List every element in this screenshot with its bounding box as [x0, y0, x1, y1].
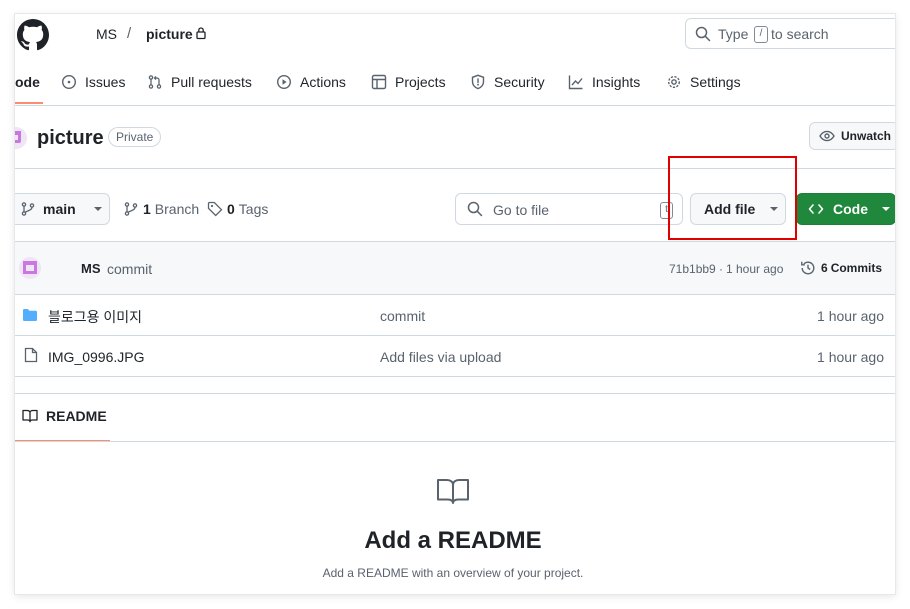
repo-avatar: [15, 127, 27, 149]
tab-insights[interactable]: Insights: [568, 70, 640, 94]
repo-link[interactable]: picture: [146, 26, 193, 42]
file-commit-message[interactable]: Add files via upload: [380, 349, 501, 365]
owner-name-redacted: [59, 24, 95, 40]
file-time: 1 hour ago: [817, 308, 884, 324]
branch-name: main: [43, 201, 76, 217]
chevron-down-icon: [93, 207, 102, 211]
commits-link[interactable]: 6 Commits: [800, 260, 882, 276]
readme-top-border: [15, 393, 895, 394]
book-icon: [22, 408, 38, 424]
tab-settings-label: Settings: [690, 74, 741, 90]
latest-commit-row: MS commit 71b1bb9 · 1 hour ago 6 Commits: [15, 242, 895, 295]
code-icon: [808, 201, 824, 217]
readme-tab[interactable]: README: [22, 408, 107, 424]
pull-request-icon: [147, 74, 163, 90]
file-row[interactable]: IMG_0996.JPG Add files via upload 1 hour…: [15, 336, 895, 377]
file-row[interactable]: 블로그용 이미지 commit 1 hour ago: [15, 295, 895, 336]
branch-count-label: Branch: [154, 201, 200, 217]
gear-icon: [666, 74, 682, 90]
search-box[interactable]: Type / to search: [685, 18, 895, 49]
search-icon: [467, 201, 483, 217]
code-label: Code: [833, 201, 868, 217]
unwatch-button[interactable]: Unwatch: [809, 122, 895, 150]
issue-icon: [61, 74, 77, 90]
go-to-file-input[interactable]: Go to file t: [455, 193, 683, 225]
branch-icon: [20, 201, 36, 217]
readme-header-divider: [15, 441, 895, 442]
chevron-down-icon: [882, 207, 890, 211]
branch-selector[interactable]: main: [15, 193, 110, 225]
branch-count: 1: [143, 201, 151, 217]
tag-icon: [207, 201, 223, 217]
book-icon: [436, 477, 470, 505]
tab-actions[interactable]: Actions: [276, 70, 346, 94]
tag-count-label: Tags: [238, 201, 269, 217]
tag-count: 0: [227, 201, 235, 217]
commits-label: Commits: [830, 261, 883, 275]
nav-divider: [15, 105, 895, 106]
shield-icon: [470, 74, 486, 90]
tab-actions-label: Actions: [300, 74, 346, 90]
branch-count-icon: [123, 201, 139, 217]
tab-settings[interactable]: Settings: [666, 70, 741, 94]
commit-dot: ·: [719, 262, 723, 276]
tab-projects[interactable]: Projects: [371, 70, 446, 94]
readme-subtext: Add a README with an overview of your pr…: [322, 566, 584, 580]
commit-message[interactable]: commit: [107, 261, 152, 277]
owner-link[interactable]: MS: [96, 26, 117, 42]
folder-icon: [22, 307, 38, 323]
file-name[interactable]: 블로그용 이미지: [48, 307, 142, 327]
tab-code-underline: [15, 102, 43, 104]
tab-issues-label: Issues: [85, 74, 126, 90]
github-logo-icon[interactable]: [17, 19, 49, 51]
search-shortcut-key: /: [754, 26, 768, 43]
commit-author-avatar: [19, 257, 41, 279]
play-icon: [276, 74, 292, 90]
commit-time: 1 hour ago: [726, 262, 784, 276]
private-badge: Private: [108, 127, 162, 147]
commits-count: 6: [821, 261, 828, 275]
table-icon: [371, 74, 387, 90]
tab-insights-label: Insights: [592, 74, 641, 90]
tags-link[interactable]: 0 Tags: [207, 201, 268, 217]
readme-heading: Add a README: [364, 527, 542, 554]
tab-pull-requests[interactable]: Pull requests: [147, 70, 252, 94]
tab-security-label: Security: [494, 74, 545, 90]
search-prefix-text: Type: [718, 26, 749, 42]
history-icon: [800, 260, 816, 276]
branches-link[interactable]: 1 Branch: [123, 201, 199, 217]
tab-projects-label: Projects: [395, 74, 446, 90]
tab-code[interactable]: ode: [15, 70, 40, 94]
file-icon: [24, 347, 38, 363]
readme-tab-label: README: [46, 408, 107, 424]
commit-author-redacted: [47, 260, 81, 276]
repo-title[interactable]: picture: [37, 127, 104, 150]
search-suffix-text: to search: [771, 26, 829, 42]
lock-icon: [195, 26, 207, 40]
eye-icon: [819, 128, 835, 144]
commit-author[interactable]: MS: [81, 261, 101, 276]
graph-icon: [568, 74, 584, 90]
file-name[interactable]: IMG_0996.JPG: [48, 349, 145, 365]
breadcrumb-separator: /: [127, 25, 132, 42]
tab-pull-requests-label: Pull requests: [171, 74, 252, 90]
file-time: 1 hour ago: [817, 349, 884, 365]
tab-code-label: ode: [15, 74, 40, 90]
commit-hash[interactable]: 71b1bb9: [669, 262, 716, 276]
browser-page: MS / picture Type / to search ode Issues…: [15, 14, 895, 594]
tab-issues[interactable]: Issues: [61, 70, 125, 94]
file-commit-message[interactable]: commit: [380, 308, 425, 324]
code-button[interactable]: Code: [796, 193, 895, 225]
go-to-file-placeholder: Go to file: [493, 202, 550, 218]
unwatch-label: Unwatch: [841, 129, 892, 143]
search-icon: [695, 26, 711, 42]
highlight-box: [668, 156, 797, 240]
tab-security[interactable]: Security: [470, 70, 545, 94]
